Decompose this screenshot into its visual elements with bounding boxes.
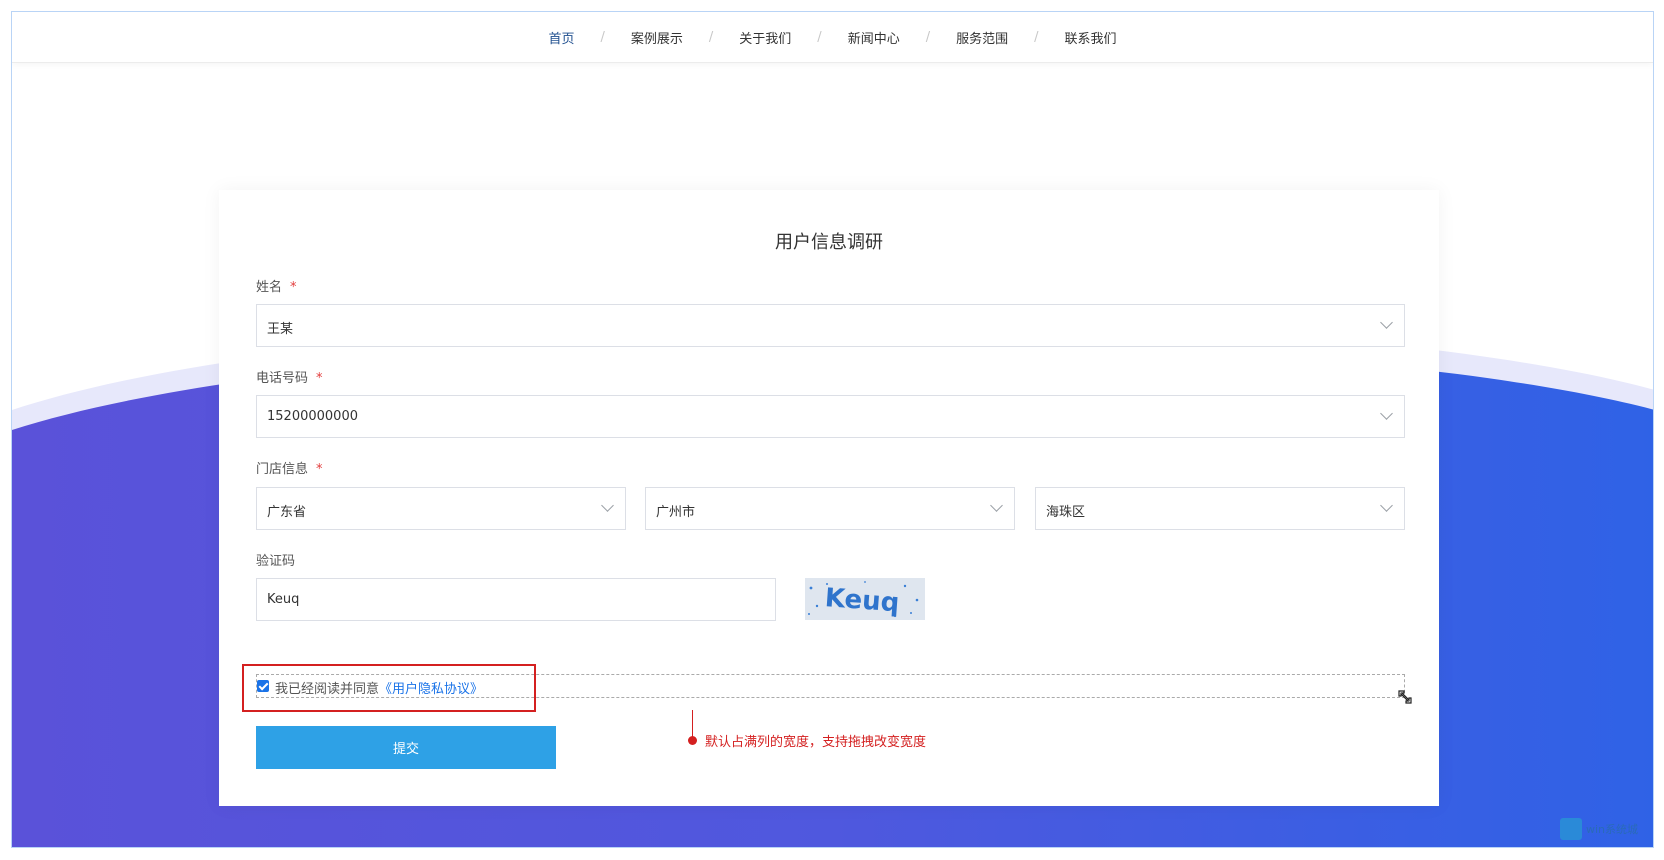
captcha-graphic: Keuq (805, 578, 925, 620)
survey-form-card: 用户信息调研 姓名 * 王某 电话号码 * 15200000000 门店信息 * 广东… (219, 190, 1439, 806)
resize-handle-icon[interactable] (1396, 688, 1414, 706)
phone-label-text: 电话号码 (256, 371, 309, 386)
nav-separator: / (1034, 29, 1039, 45)
nav-item-cases[interactable]: 案例展示 (631, 28, 683, 47)
nav-separator: / (708, 29, 714, 45)
nav-item-about[interactable]: 关于我们 (739, 28, 791, 47)
submit-button[interactable]: 提交 (256, 726, 556, 769)
city-select-value: 广州市 (656, 505, 696, 520)
city-select[interactable]: 广州市 (645, 487, 1015, 530)
watermark: win系统城 (1560, 818, 1638, 840)
chevron-down-icon (1380, 316, 1393, 329)
captcha-text: Keuq (824, 583, 900, 618)
phone-select-value: 15200000000 (267, 409, 358, 424)
store-label-text: 门店信息 (256, 462, 309, 477)
captcha-input[interactable] (256, 578, 776, 621)
chevron-down-icon (1380, 407, 1393, 420)
chevron-down-icon (1380, 499, 1393, 512)
district-select-value: 海珠区 (1046, 505, 1086, 520)
highlight-box (242, 664, 536, 712)
province-select-value: 广东省 (267, 505, 307, 520)
store-label: 门店信息 * (256, 458, 323, 477)
captcha-image[interactable]: Keuq (805, 578, 925, 620)
watermark-text: win系统城 (1586, 823, 1639, 836)
form-title: 用户信息调研 (775, 232, 883, 253)
watermark-logo-icon (1560, 818, 1582, 840)
nav-item-news[interactable]: 新闻中心 (848, 28, 900, 47)
name-label-text: 姓名 (256, 280, 283, 295)
nav-item-services[interactable]: 服务范围 (956, 28, 1008, 47)
chevron-down-icon (990, 499, 1003, 512)
nav-item-contact[interactable]: 联系我们 (1065, 28, 1117, 47)
required-mark: * (316, 462, 323, 477)
annotation-text: 默认占满列的宽度，支持拖拽改变宽度 (705, 735, 927, 750)
required-mark: * (290, 280, 297, 295)
province-select[interactable]: 广东省 (256, 487, 626, 530)
annotation-dot (688, 736, 697, 745)
name-label: 姓名 * (256, 276, 297, 295)
chevron-down-icon (601, 499, 614, 512)
required-mark: * (316, 371, 323, 386)
phone-label: 电话号码 * (256, 367, 323, 386)
top-navigation: 首页 / 案例展示 / 关于我们 / 新闻中心 / 服务范围 / 联系我们 (12, 12, 1653, 63)
nav-separator: / (600, 29, 605, 45)
nav-separator: / (817, 29, 822, 45)
nav-separator: / (925, 29, 931, 45)
name-select-value: 王某 (267, 322, 294, 337)
phone-select[interactable]: 15200000000 (256, 395, 1405, 438)
captcha-label: 验证码 (256, 554, 296, 569)
name-select[interactable]: 王某 (256, 304, 1405, 347)
nav-item-home[interactable]: 首页 (548, 28, 574, 47)
district-select[interactable]: 海珠区 (1035, 487, 1405, 530)
